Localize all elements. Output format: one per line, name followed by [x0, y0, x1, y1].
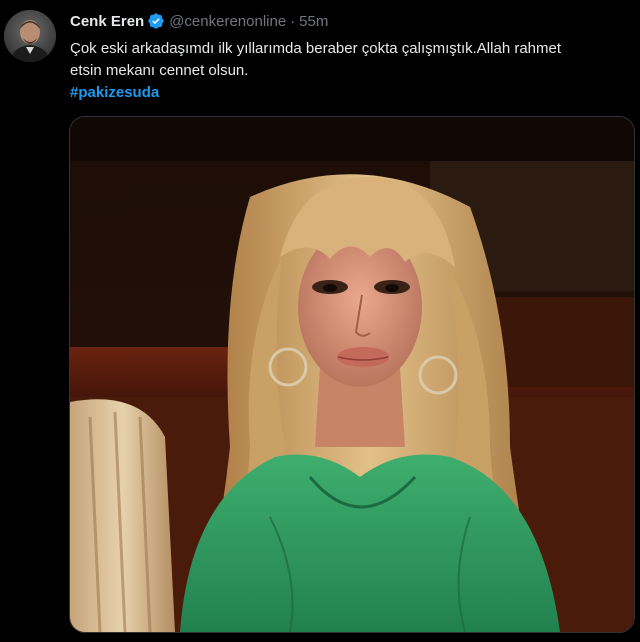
author-avatar[interactable]	[4, 10, 56, 62]
header-separator: ·	[290, 12, 296, 30]
author-handle[interactable]: @cenkerenonline	[169, 13, 286, 30]
tweet-media-photo[interactable]	[69, 116, 635, 633]
tweet-text: Çok eski arkadaşımdı ilk yıllarımda bera…	[70, 38, 630, 82]
tweet-text-line-1: Çok eski arkadaşımdı ilk yıllarımda bera…	[70, 40, 562, 57]
person-avatar-icon	[4, 10, 56, 62]
verified-badge-icon	[147, 12, 165, 30]
author-name[interactable]: Cenk Eren	[70, 13, 144, 30]
tweet[interactable]: Cenk Eren @cenkerenonline · 55m Çok eski…	[0, 0, 640, 642]
hashtag-link[interactable]: #pakizesuda	[70, 84, 159, 101]
tweet-header: Cenk Eren @cenkerenonline · 55m	[70, 12, 328, 30]
tweet-timestamp[interactable]: 55m	[299, 13, 328, 30]
photo-image	[70, 117, 634, 632]
tweet-text-line-2: etsin mekanı cennet olsun.	[70, 62, 249, 79]
